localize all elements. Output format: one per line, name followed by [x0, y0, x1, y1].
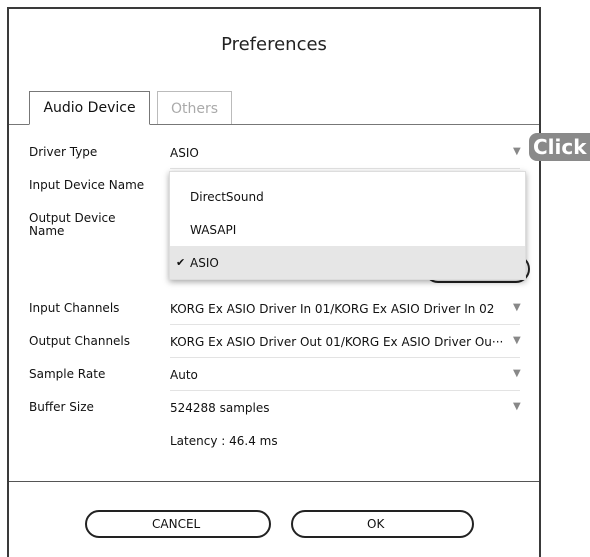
cancel-button[interactable]: CANCEL	[85, 510, 271, 538]
input-device-label: Input Device Name	[29, 178, 145, 192]
driver-type-label: Driver Type	[29, 145, 98, 159]
option-label: DirectSound	[190, 189, 264, 204]
latency-readout: Latency : 46.4 ms	[170, 434, 278, 448]
preferences-dialog: Preferences Audio Device Others Driver T…	[7, 7, 541, 557]
click-annotation-badge: Click	[529, 133, 590, 161]
output-device-label: Output Device Name	[29, 211, 116, 238]
option-label: WASAPI	[190, 222, 237, 237]
ok-button[interactable]: OK	[291, 510, 474, 538]
buffer-size-label: Buffer Size	[29, 400, 94, 414]
footer-divider	[9, 481, 539, 482]
input-channels-row[interactable]: Input Channels KORG Ex ASIO Driver In 01…	[9, 292, 539, 325]
dropdown-arrow-icon[interactable]: ▼	[513, 302, 521, 313]
output-channels-label: Output Channels	[29, 334, 131, 348]
sample-rate-label: Sample Rate	[29, 367, 106, 381]
buffer-size-row[interactable]: Buffer Size 524288 samples ▼	[9, 391, 539, 424]
input-channels-select[interactable]: KORG Ex ASIO Driver In 01/KORG Ex ASIO D…	[170, 302, 494, 316]
ok-button-label: OK	[367, 517, 385, 531]
tab-audio-device[interactable]: Audio Device	[29, 91, 150, 125]
driver-type-select[interactable]: ASIO	[170, 146, 199, 160]
sample-rate-row[interactable]: Sample Rate Auto ▼	[9, 358, 539, 391]
dropdown-arrow-icon[interactable]: ▼	[513, 335, 521, 346]
tab-others[interactable]: Others	[157, 91, 232, 125]
dropdown-arrow-icon[interactable]: ▼	[513, 401, 521, 412]
option-label: ASIO	[190, 255, 219, 270]
output-channels-select[interactable]: KORG Ex ASIO Driver Out 01/KORG Ex ASIO …	[170, 335, 503, 349]
sample-rate-select[interactable]: Auto	[170, 368, 198, 382]
dialog-title: Preferences	[221, 34, 327, 55]
dropdown-arrow-icon[interactable]: ▼	[513, 368, 521, 379]
cancel-button-label: CANCEL	[152, 517, 201, 531]
dropdown-arrow-icon[interactable]: ▼	[513, 146, 521, 157]
driver-type-dropdown-menu: DirectSound WASAPI ✔ ASIO	[169, 171, 526, 280]
driver-type-row[interactable]: Driver Type ASIO ▼	[9, 136, 539, 169]
option-wasapi[interactable]: WASAPI	[170, 213, 525, 246]
input-channels-label: Input Channels	[29, 301, 120, 315]
output-channels-row[interactable]: Output Channels KORG Ex ASIO Driver Out …	[9, 325, 539, 358]
checkmark-icon: ✔	[176, 256, 186, 269]
option-asio[interactable]: ✔ ASIO	[170, 246, 525, 279]
option-directsound[interactable]: DirectSound	[170, 180, 525, 213]
buffer-size-select[interactable]: 524288 samples	[170, 401, 270, 415]
